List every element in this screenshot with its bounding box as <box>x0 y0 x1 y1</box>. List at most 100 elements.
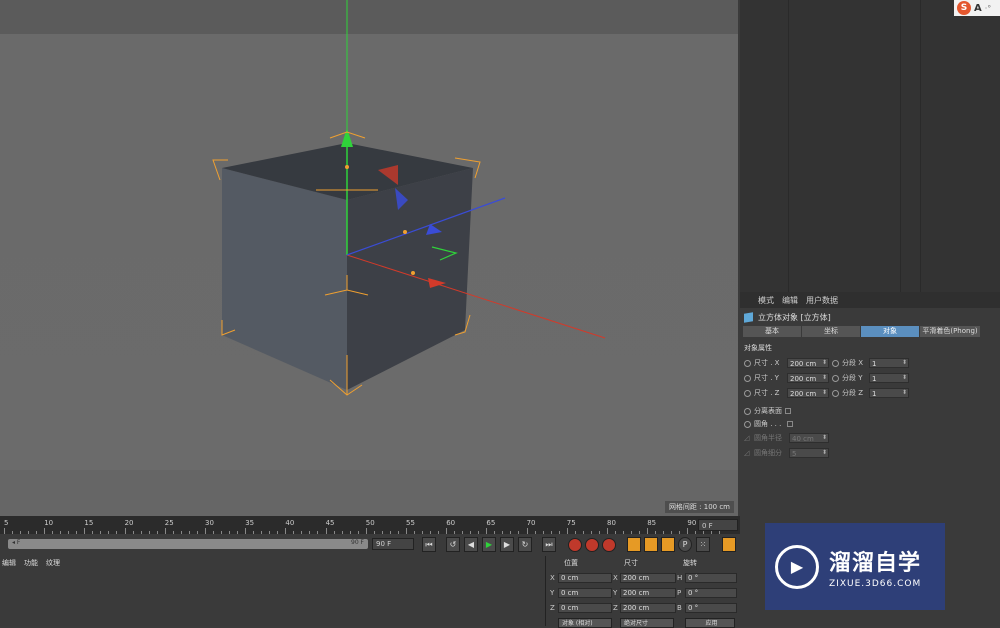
seg-y-field[interactable]: 1 <box>869 373 909 383</box>
object-title: 立方体对象 [立方体] <box>744 312 831 323</box>
fillet-checkbox[interactable] <box>787 421 793 427</box>
tab-object[interactable]: 对象 <box>861 326 919 337</box>
menu-user-data[interactable]: 用户数据 <box>806 295 838 306</box>
size-z-axis: Z <box>613 604 618 612</box>
tab-basic[interactable]: 基本 <box>743 326 801 337</box>
3d-viewport[interactable]: 网格间距 : 100 cm <box>0 0 738 516</box>
frame-range-slider[interactable]: ◂ F 90 F <box>8 539 368 549</box>
size-z-label: 尺寸 . Z <box>754 389 780 397</box>
size-x-field[interactable]: 200 cm <box>787 358 829 368</box>
coord-size-x-field[interactable]: 200 cm <box>620 573 676 583</box>
object-manager-panel[interactable] <box>740 0 1000 292</box>
play-icon[interactable]: ▶ <box>482 537 496 552</box>
size-y-axis: Y <box>613 589 618 597</box>
handle-dot-top[interactable] <box>345 165 349 169</box>
keyframe-pla-icon[interactable]: ⁙ <box>696 537 710 552</box>
rot-h-field[interactable]: 0 ° <box>685 573 737 583</box>
fillet-row: 圆角 . . . <box>744 419 793 429</box>
pos-x-axis: X <box>550 574 555 582</box>
watermark-url: ZIXUE.3D66.COM <box>829 578 922 589</box>
timeline-tick-label: 50 <box>365 519 375 527</box>
rot-b-axis: B <box>677 604 682 612</box>
next-frame-icon[interactable]: ▶ <box>500 537 514 552</box>
end-frame-field[interactable]: 90 F <box>372 538 414 550</box>
keyframe-parameter-icon[interactable]: P <box>678 537 692 552</box>
pos-y-field[interactable]: 0 cm <box>558 588 612 598</box>
animate-radio-icon[interactable] <box>832 389 839 397</box>
handle-dot-z[interactable] <box>403 230 407 234</box>
rot-p-field[interactable]: 0 ° <box>685 588 737 598</box>
menu-mode[interactable]: 模式 <box>758 295 774 306</box>
coordinates-manager: 位置 尺寸 旋转 X 0 cm X 200 cm H 0 ° Y 0 cm Y … <box>545 556 741 628</box>
coordinate-mode-dropdown[interactable]: 对象 (相对) <box>558 618 612 628</box>
range-start-label: ◂ F <box>12 539 21 546</box>
animate-radio-icon[interactable] <box>744 359 751 367</box>
timeline-tick-label: 20 <box>124 519 134 527</box>
pos-z-field[interactable]: 0 cm <box>558 603 612 613</box>
keyframe-position-icon[interactable] <box>627 537 641 552</box>
size-mode-dropdown[interactable]: 绝对尺寸 <box>620 618 674 628</box>
previous-frame-icon[interactable]: ◀ <box>464 537 478 552</box>
keyframe-scale-icon[interactable] <box>644 537 658 552</box>
timeline-tick-label: 40 <box>285 519 295 527</box>
size-z-row: 尺寸 . Z 200 cm 分段 Z 1 <box>744 388 909 398</box>
viewport-scene <box>212 0 606 396</box>
seg-x-field[interactable]: 1 <box>869 358 909 368</box>
timeline-window-icon[interactable] <box>722 537 736 552</box>
go-to-start-icon[interactable]: ⏮ <box>422 537 436 552</box>
attributes-menu-bar: 模式 编辑 用户数据 <box>740 292 1000 308</box>
apply-button[interactable]: 应用 <box>685 618 735 628</box>
menu-edit[interactable]: 编辑 <box>2 558 16 568</box>
panel-divider <box>920 0 921 292</box>
current-frame-field[interactable]: 0 F <box>698 519 738 531</box>
animate-radio-icon[interactable] <box>744 389 751 397</box>
separate-surfaces-checkbox[interactable] <box>785 408 791 414</box>
coord-size-y-field[interactable]: 200 cm <box>620 588 676 598</box>
timeline-tick-label: 5 <box>4 519 9 527</box>
seg-x-label: 分段 X <box>842 359 864 367</box>
handle-dot-x[interactable] <box>411 271 415 275</box>
fillet-subdivision-field[interactable]: 5 <box>789 448 829 458</box>
animate-radio-icon[interactable] <box>744 374 751 382</box>
key-selection-icon[interactable] <box>602 538 616 552</box>
coord-size-z-field[interactable]: 200 cm <box>620 603 676 613</box>
go-to-end-icon[interactable]: ⏭ <box>542 537 556 552</box>
pos-x-field[interactable]: 0 cm <box>558 573 612 583</box>
auto-key-icon[interactable] <box>585 538 599 552</box>
animate-radio-icon[interactable] <box>744 407 751 415</box>
rot-b-field[interactable]: 0 ° <box>685 603 737 613</box>
menu-texture[interactable]: 纹理 <box>46 558 60 568</box>
animate-radio-icon[interactable] <box>832 374 839 382</box>
cube-right-face[interactable] <box>347 168 473 390</box>
size-x-label: 尺寸 . X <box>754 359 780 367</box>
sogou-logo-icon: S <box>957 1 971 15</box>
menu-edit[interactable]: 编辑 <box>782 295 798 306</box>
sogou-ime-badge[interactable]: S A ·° <box>954 0 1000 16</box>
timeline-ruler[interactable]: 5 10 15 20 25 30 35 40 45 50 55 60 65 70 75 80 85 90 0 F <box>0 516 740 534</box>
next-key-icon[interactable]: ↻ <box>518 537 532 552</box>
menu-function[interactable]: 功能 <box>24 558 38 568</box>
fillet-subdivision-label: 圆角细分 <box>754 449 782 457</box>
keyframe-rotation-icon[interactable] <box>661 537 675 552</box>
seg-y-label: 分段 Y <box>842 374 863 382</box>
watermark-badge: ▶ 溜溜自学 ZIXUE.3D66.COM <box>765 523 945 610</box>
animate-radio-icon[interactable] <box>744 420 751 428</box>
pos-z-axis: Z <box>550 604 555 612</box>
y-axis-arrow[interactable] <box>341 128 353 147</box>
seg-z-field[interactable]: 1 <box>869 388 909 398</box>
tab-phong[interactable]: 平滑着色(Phong) <box>920 326 980 337</box>
size-y-field[interactable]: 200 cm <box>787 373 829 383</box>
fillet-subdivision-row: ◿ 圆角细分 5 <box>744 448 829 458</box>
panel-divider <box>900 0 901 292</box>
timeline-tick-label: 90 <box>687 519 697 527</box>
fillet-radius-field[interactable]: 40 cm <box>789 433 829 443</box>
record-icon[interactable] <box>568 538 582 552</box>
animate-radio-icon[interactable] <box>832 359 839 367</box>
cube-left-face[interactable] <box>222 168 347 390</box>
tab-coordinates[interactable]: 坐标 <box>802 326 860 337</box>
seg-z-label: 分段 Z <box>842 389 864 397</box>
timeline-tick-label: 80 <box>607 519 616 527</box>
size-z-field[interactable]: 200 cm <box>787 388 829 398</box>
ime-extra-label: ·° <box>984 3 992 13</box>
previous-key-icon[interactable]: ↺ <box>446 537 460 552</box>
